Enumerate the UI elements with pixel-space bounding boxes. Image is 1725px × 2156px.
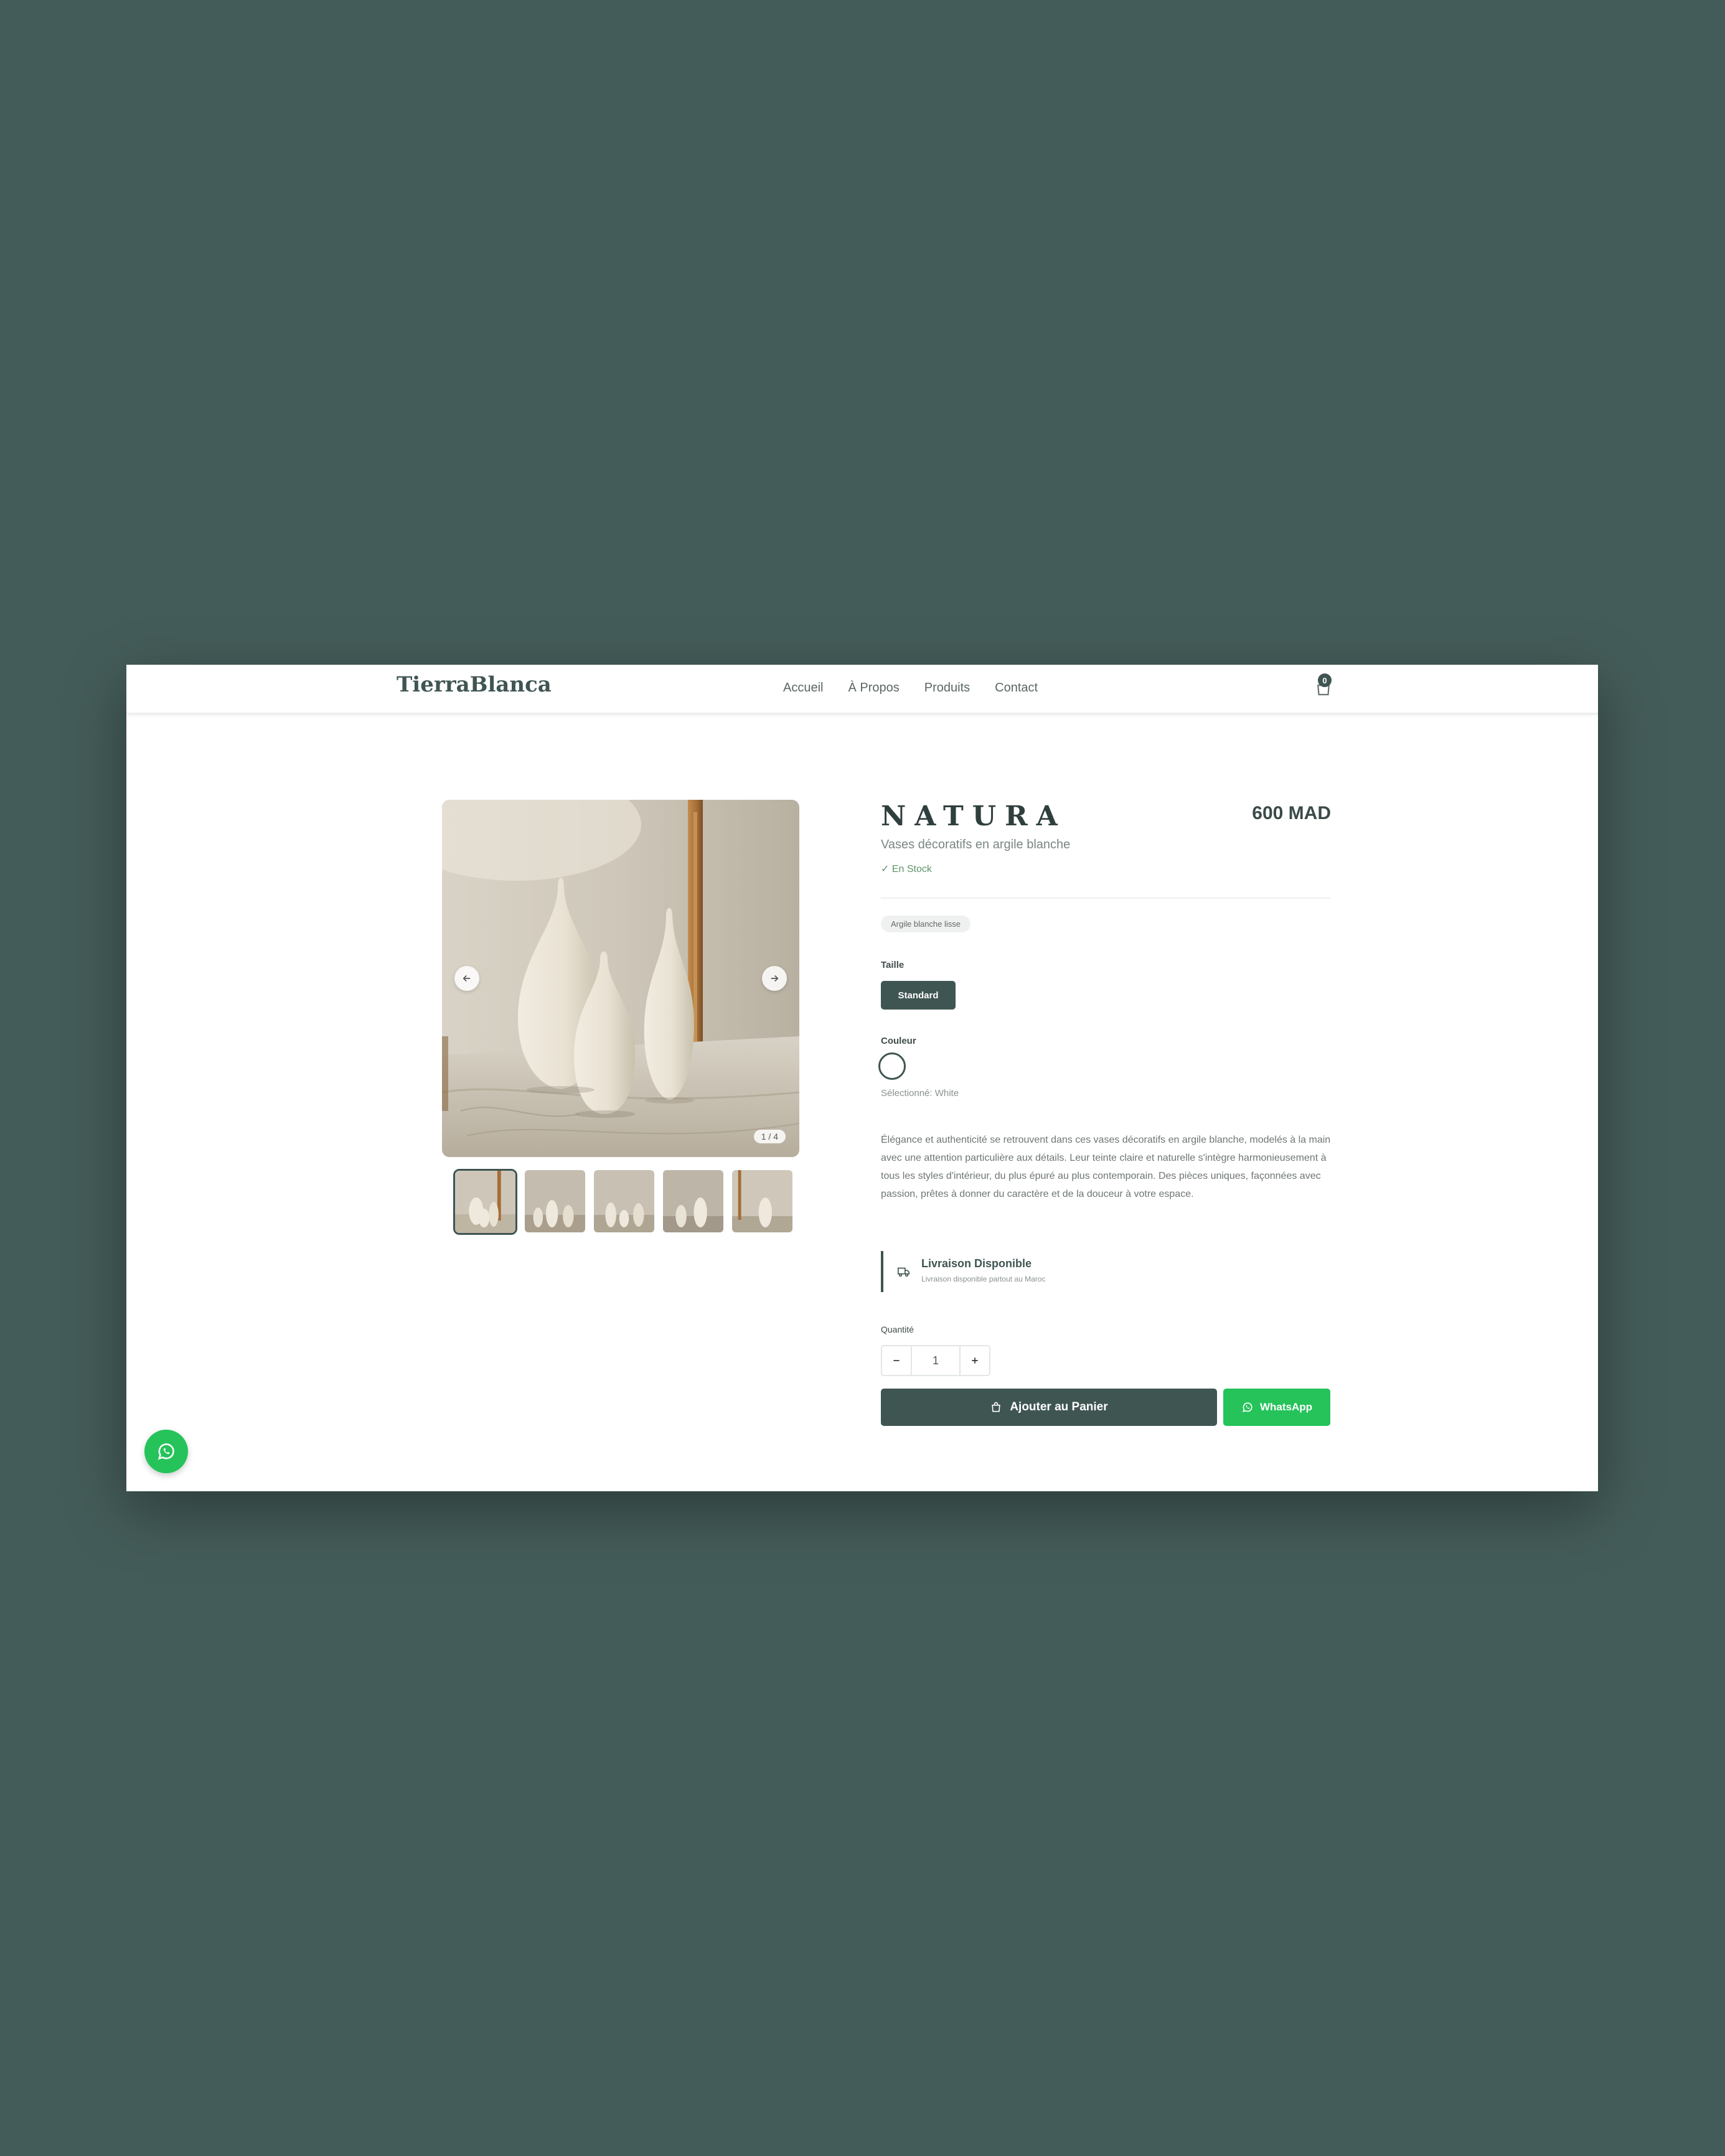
- nav-contact[interactable]: Contact: [995, 681, 1038, 695]
- size-label: Taille: [881, 960, 905, 970]
- thumbnail-5[interactable]: [731, 1169, 794, 1234]
- vases-photo: [442, 800, 799, 1157]
- whatsapp-button[interactable]: WhatsApp: [1223, 1389, 1330, 1426]
- divider: [881, 898, 1331, 899]
- stock-label: En Stock: [891, 864, 932, 874]
- product-main-image[interactable]: 1 / 4: [442, 800, 799, 1157]
- shopping-bag-icon: [992, 1402, 1001, 1412]
- delivery-info: Livraison Disponible Livraison disponibl…: [881, 1251, 1333, 1292]
- site-logo[interactable]: TierraBlanca: [397, 672, 552, 697]
- quantity-value[interactable]: 1: [911, 1346, 961, 1375]
- nav-accueil[interactable]: Accueil: [783, 681, 823, 695]
- add-to-cart-button[interactable]: Ajouter au Panier: [881, 1389, 1217, 1426]
- cart-count-badge: 0: [1318, 673, 1332, 687]
- quantity-label: Quantité: [881, 1324, 914, 1334]
- thumbnail-2[interactable]: [524, 1169, 586, 1234]
- check-icon: ✓: [881, 864, 890, 874]
- gallery-thumbnails: [453, 1169, 794, 1235]
- quantity-stepper: 1: [881, 1345, 990, 1376]
- product-title: NATURA: [881, 800, 1066, 832]
- whatsapp-icon: [1243, 1402, 1253, 1412]
- color-label: Couleur: [881, 1036, 916, 1046]
- nav-produits[interactable]: Produits: [924, 681, 970, 695]
- truck-icon: [898, 1267, 910, 1277]
- quantity-decrease-button[interactable]: [882, 1346, 911, 1375]
- add-to-cart-label: Ajouter au Panier: [1010, 1400, 1108, 1413]
- main-nav: Accueil À Propos Produits Contact: [783, 681, 1038, 695]
- gallery-prev-button[interactable]: [454, 966, 479, 991]
- arrow-left-icon: [463, 975, 471, 982]
- selected-color-text: Sélectionné: White: [881, 1088, 959, 1099]
- nav-a-propos[interactable]: À Propos: [848, 681, 899, 695]
- material-tag: Argile blanche lisse: [881, 916, 971, 932]
- product-description: Élégance et authenticité se retrouvent d…: [881, 1135, 1331, 1199]
- site-header: TierraBlanca Accueil À Propos Produits C…: [126, 665, 1598, 715]
- product-price: 600 MAD: [1252, 803, 1331, 823]
- color-swatch-white[interactable]: [878, 1052, 906, 1080]
- whatsapp-floating-button[interactable]: [144, 1430, 188, 1473]
- whatsapp-label: WhatsApp: [1259, 1401, 1313, 1413]
- whatsapp-icon: [157, 1443, 174, 1460]
- size-option-standard[interactable]: Standard: [881, 981, 956, 1010]
- product-subtitle: Vases décoratifs en argile blanche: [881, 838, 1071, 851]
- gallery-counter: 1 / 4: [753, 1130, 786, 1143]
- arrow-right-icon: [771, 975, 779, 982]
- delivery-subtitle: Livraison disponible partout au Maroc: [921, 1275, 1046, 1283]
- delivery-title: Livraison Disponible: [921, 1257, 1032, 1270]
- thumbnail-4[interactable]: [662, 1169, 725, 1234]
- plus-icon: [972, 1357, 978, 1364]
- minus-icon: [893, 1360, 900, 1361]
- thumbnail-1[interactable]: [453, 1169, 517, 1235]
- quantity-increase-button[interactable]: [961, 1346, 989, 1375]
- thumbnail-3[interactable]: [593, 1169, 656, 1234]
- stock-status: ✓ En Stock: [881, 863, 932, 875]
- gallery-next-button[interactable]: [762, 966, 787, 991]
- browser-page: TierraBlanca Accueil À Propos Produits C…: [126, 665, 1598, 1491]
